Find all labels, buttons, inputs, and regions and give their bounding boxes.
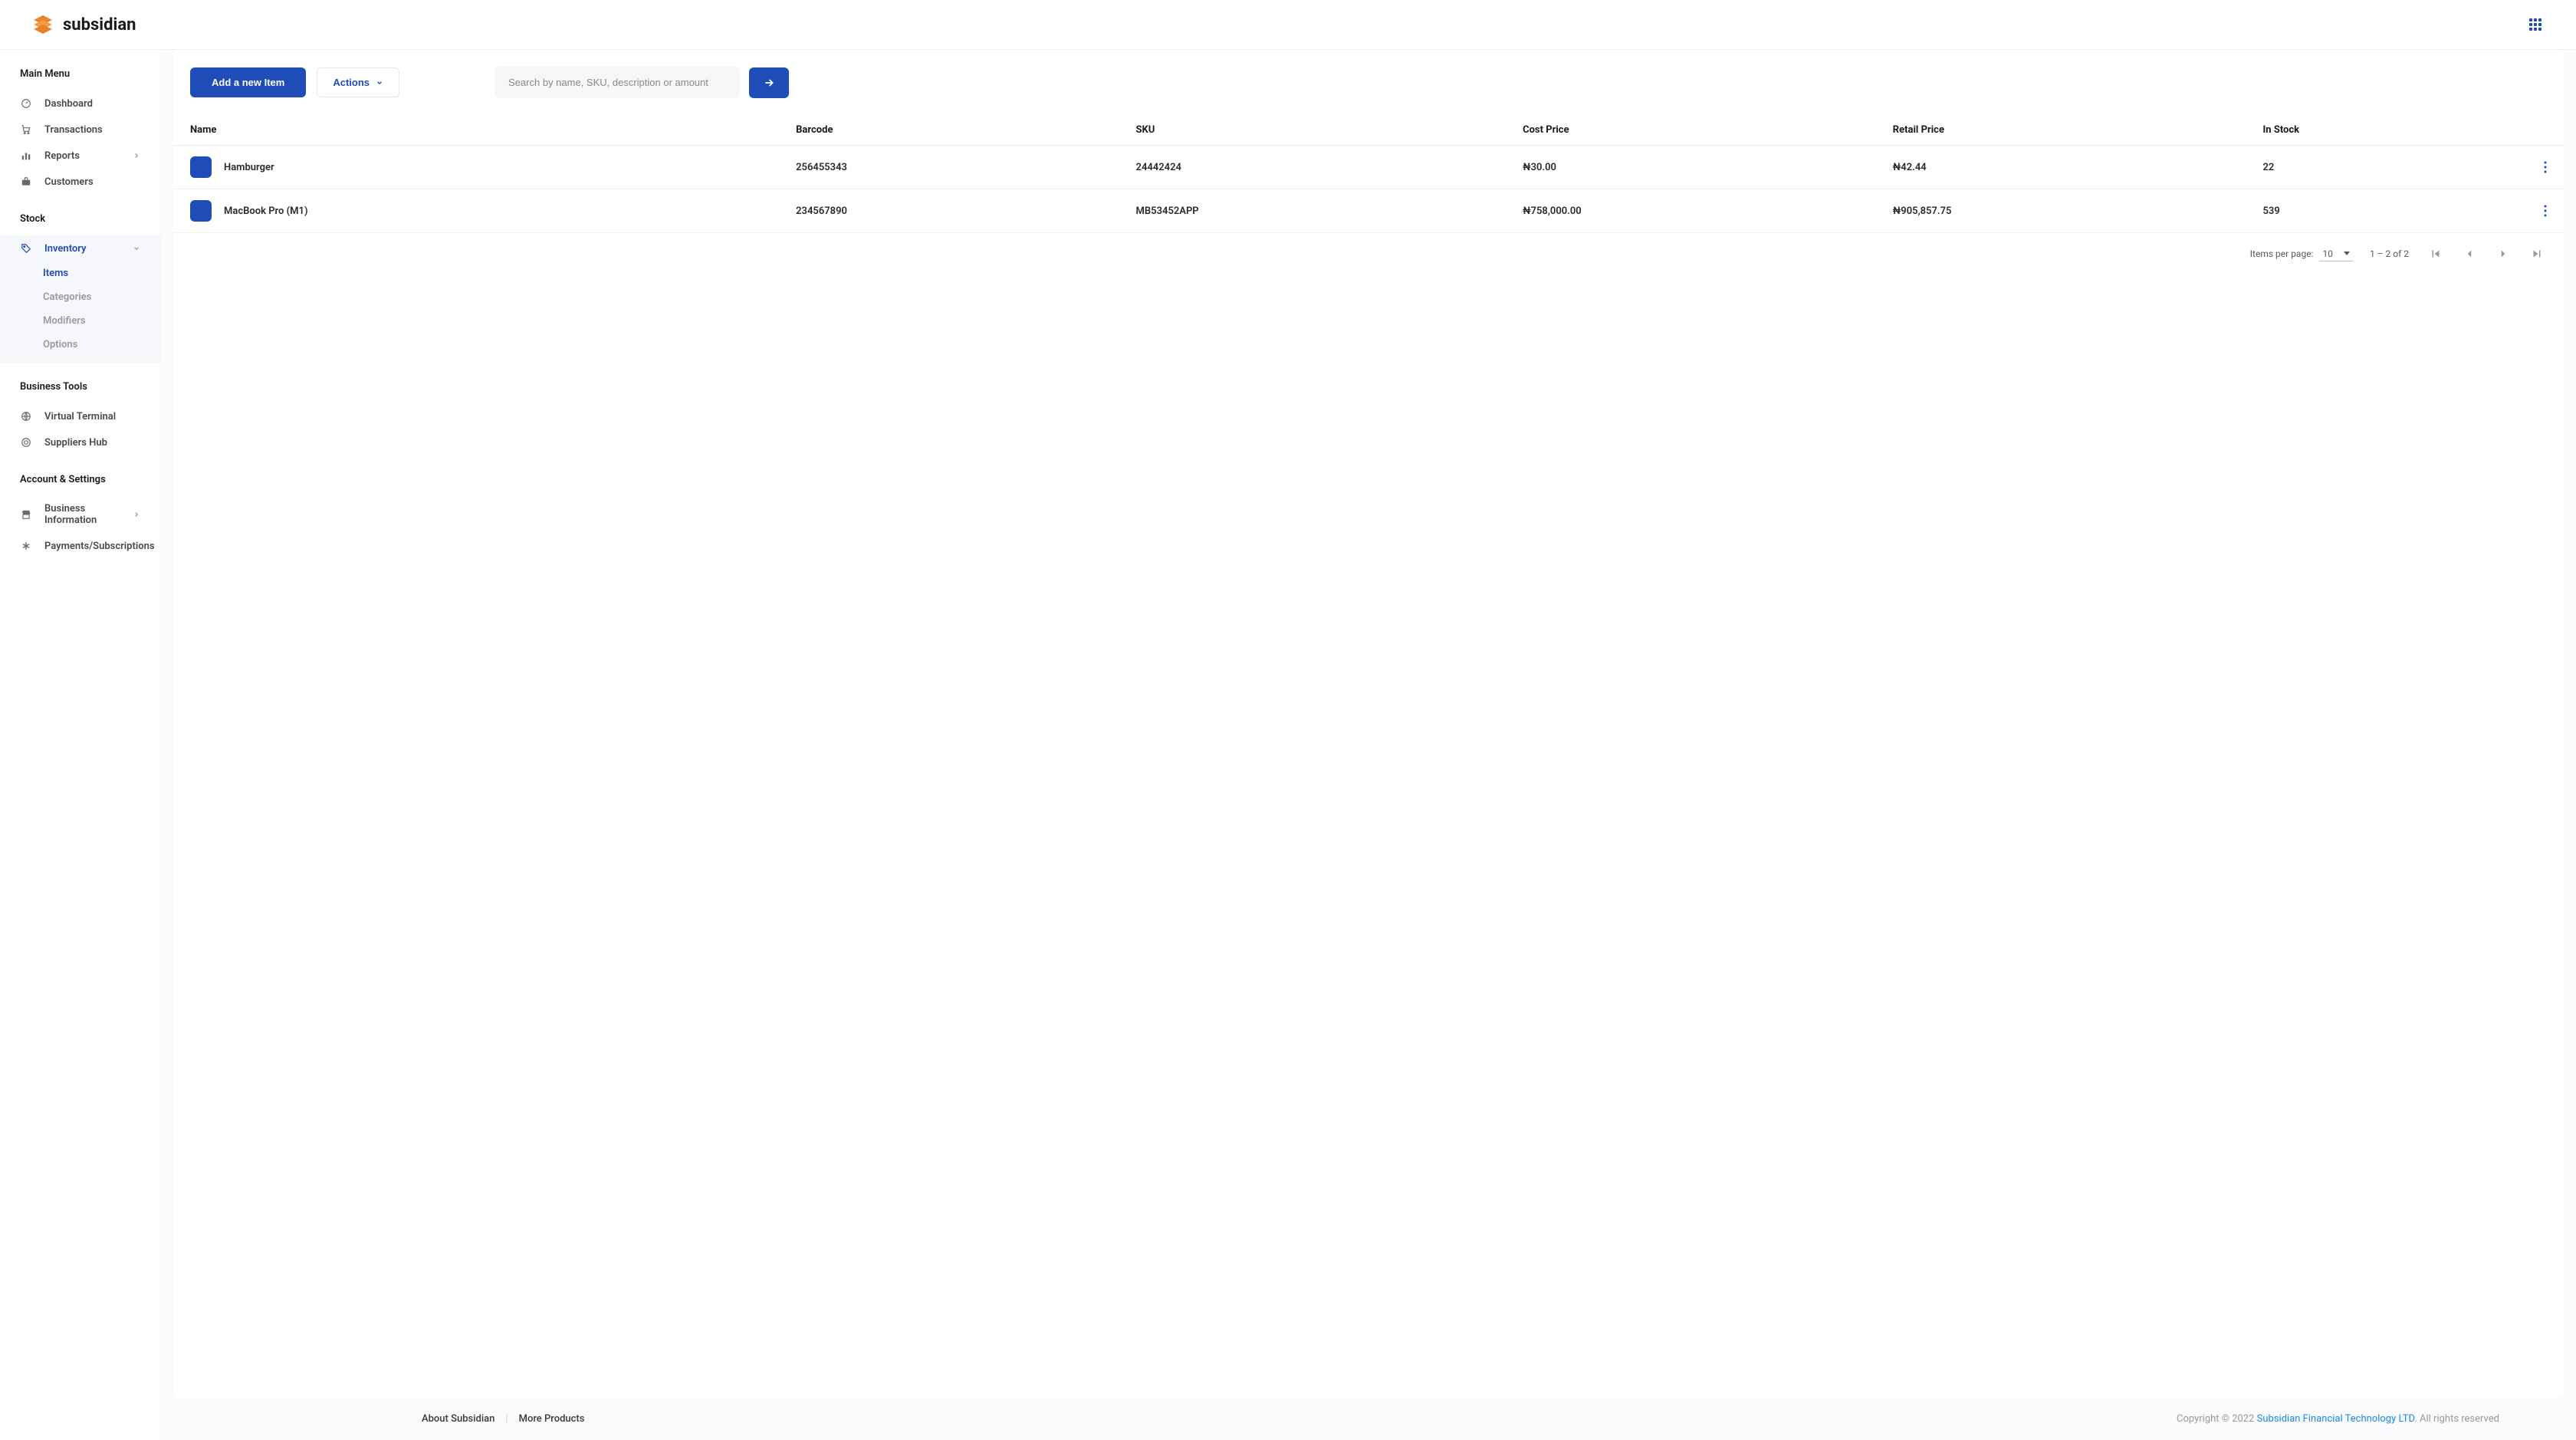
store-icon — [20, 508, 32, 521]
item-name: MacBook Pro (M1) — [224, 205, 308, 217]
pagination: Items per page: 10 1 – 2 of 2 — [173, 233, 2564, 275]
table-row[interactable]: Hamburger 256455343 24442424 ₦30.00 ₦42.… — [173, 146, 2564, 189]
dropdown-arrow-icon — [2344, 252, 2350, 255]
search-input[interactable] — [495, 67, 740, 98]
item-barcode: 234567890 — [779, 189, 1119, 233]
sidebar-item-customers[interactable]: Customers — [0, 169, 160, 195]
column-header-name[interactable]: Name — [173, 115, 779, 146]
sidebar: Main Menu Dashboard Transactions Reports… — [0, 50, 161, 1440]
sidebar-section-business-tools: Business Tools Virtual Terminal Supplier… — [0, 381, 160, 455]
sidebar-item-dashboard[interactable]: Dashboard — [0, 90, 160, 117]
sidebar-item-label: Payments/Subscriptions — [44, 541, 155, 552]
sidebar-subitem-items[interactable]: Items — [0, 261, 160, 285]
sidebar-item-label: Dashboard — [44, 98, 93, 110]
add-item-button[interactable]: Add a new Item — [190, 67, 306, 97]
gauge-icon — [20, 97, 32, 110]
item-retail: ₦42.44 — [1876, 146, 2246, 189]
sidebar-heading: Main Menu — [0, 68, 160, 80]
footer-link-more-products[interactable]: More Products — [519, 1413, 585, 1425]
footer: About Subsidian | More Products Copyrigh… — [161, 1398, 2576, 1440]
prev-page-button[interactable] — [2459, 244, 2479, 264]
pagination-range: 1 – 2 of 2 — [2370, 248, 2409, 259]
column-header-in-stock[interactable]: In Stock — [2246, 115, 2528, 146]
tag-icon — [20, 242, 32, 255]
sidebar-item-label: Virtual Terminal — [44, 411, 116, 422]
chart-icon — [20, 150, 32, 162]
sidebar-item-label: Suppliers Hub — [44, 437, 107, 449]
sidebar-section-account-settings: Account & Settings Business Information … — [0, 474, 160, 559]
per-page-select[interactable]: 10 — [2319, 247, 2353, 261]
footer-divider: | — [505, 1413, 508, 1425]
item-cost: ₦30.00 — [1506, 146, 1876, 189]
item-sku: 24442424 — [1119, 146, 1506, 189]
sidebar-section-stock: Stock Inventory Items Categories Modifie… — [0, 213, 160, 363]
sidebar-heading: Business Tools — [0, 381, 160, 393]
item-stock: 22 — [2246, 146, 2528, 189]
sidebar-subitem-options[interactable]: Options — [0, 333, 160, 357]
content: Add a new Item Actions — [161, 50, 2576, 1440]
sidebar-section-main-menu: Main Menu Dashboard Transactions Reports… — [0, 68, 160, 195]
per-page-value: 10 — [2322, 248, 2333, 259]
item-sku: MB53452APP — [1119, 189, 1506, 233]
item-cost: ₦758,000.00 — [1506, 189, 1876, 233]
column-header-cost-price[interactable]: Cost Price — [1506, 115, 1876, 146]
actions-label: Actions — [333, 77, 370, 88]
item-retail: ₦905,857.75 — [1876, 189, 2246, 233]
globe-alt-icon — [20, 436, 32, 449]
sidebar-item-transactions[interactable]: Transactions — [0, 117, 160, 143]
sidebar-item-inventory[interactable]: Inventory — [0, 235, 160, 261]
brand-name: subsidian — [63, 15, 136, 35]
brand-logo-icon — [31, 12, 55, 37]
toolbar: Add a new Item Actions — [173, 50, 2564, 115]
last-page-button[interactable] — [2527, 244, 2547, 264]
sidebar-subitem-categories[interactable]: Categories — [0, 285, 160, 309]
sidebar-item-label: Business Information — [44, 503, 117, 526]
per-page-label: Items per page: — [2250, 248, 2314, 259]
item-color-swatch — [190, 200, 212, 222]
sidebar-item-label: Customers — [44, 176, 94, 188]
sidebar-subitem-modifiers[interactable]: Modifiers — [0, 309, 160, 333]
chevron-down-icon — [133, 245, 140, 252]
header: subsidian — [0, 0, 2576, 50]
asterisk-icon — [20, 540, 32, 552]
chevron-right-icon — [133, 152, 140, 159]
column-header-sku[interactable]: SKU — [1119, 115, 1506, 146]
next-page-button[interactable] — [2493, 244, 2513, 264]
arrow-right-icon — [763, 77, 775, 89]
sidebar-heading: Stock — [0, 213, 160, 225]
items-table: Name Barcode SKU Cost Price Retail Price… — [173, 115, 2564, 233]
row-actions-menu[interactable] — [2544, 205, 2547, 217]
sidebar-item-label: Reports — [44, 150, 80, 162]
cart-icon — [20, 123, 32, 136]
sidebar-item-virtual-terminal[interactable]: Virtual Terminal — [0, 403, 160, 429]
chevron-down-icon — [376, 79, 383, 87]
sidebar-heading: Account & Settings — [0, 474, 160, 485]
brand-logo[interactable]: subsidian — [31, 12, 136, 37]
footer-link-about[interactable]: About Subsidian — [422, 1413, 495, 1425]
column-header-retail-price[interactable]: Retail Price — [1876, 115, 2246, 146]
table-row[interactable]: MacBook Pro (M1) 234567890 MB53452APP ₦7… — [173, 189, 2564, 233]
item-color-swatch — [190, 156, 212, 178]
briefcase-icon — [20, 176, 32, 188]
sidebar-item-payments-subscriptions[interactable]: Payments/Subscriptions — [0, 533, 160, 559]
sidebar-item-suppliers-hub[interactable]: Suppliers Hub — [0, 429, 160, 455]
globe-icon — [20, 410, 32, 422]
copyright-prefix: Copyright © 2022 — [2177, 1413, 2257, 1425]
apps-grid-icon[interactable] — [2525, 15, 2545, 35]
first-page-button[interactable] — [2426, 244, 2446, 264]
sidebar-item-label: Transactions — [44, 124, 103, 136]
copyright-suffix: . All rights reserved — [2414, 1413, 2499, 1425]
footer-company-link[interactable]: Subsidian Financial Technology LTD — [2257, 1413, 2415, 1425]
actions-button[interactable]: Actions — [317, 67, 399, 97]
column-header-barcode[interactable]: Barcode — [779, 115, 1119, 146]
item-stock: 539 — [2246, 189, 2528, 233]
search-button[interactable] — [749, 67, 789, 98]
sidebar-item-business-information[interactable]: Business Information — [0, 496, 160, 533]
sidebar-item-reports[interactable]: Reports — [0, 143, 160, 169]
sidebar-item-label: Inventory — [44, 243, 87, 255]
item-name: Hamburger — [224, 162, 274, 173]
chevron-right-icon — [133, 511, 140, 518]
row-actions-menu[interactable] — [2544, 161, 2547, 173]
item-barcode: 256455343 — [779, 146, 1119, 189]
